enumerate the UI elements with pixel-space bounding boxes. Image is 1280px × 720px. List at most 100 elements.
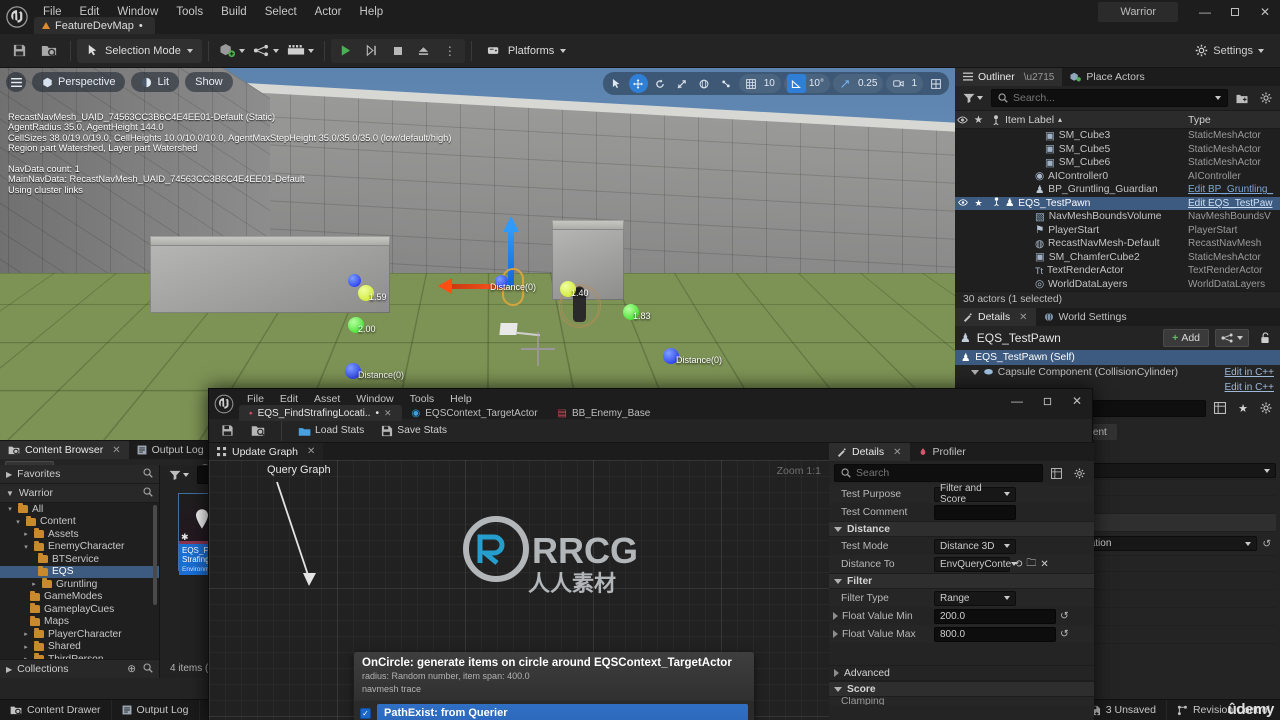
dropdown-filter-type[interactable]: Range [934, 590, 1016, 606]
outliner-search-input[interactable] [991, 89, 1228, 107]
table-row[interactable]: ⚑ PlayerStart PlayerStart [955, 224, 1280, 238]
maximize-button[interactable] [1220, 0, 1250, 24]
tree-node-maps[interactable]: Maps [0, 615, 159, 629]
search-icon-2[interactable] [143, 486, 153, 500]
actor-pin-icon[interactable] [987, 197, 1005, 209]
num-field-float-max[interactable]: 800.0 [934, 626, 1056, 642]
world-space-icon[interactable] [695, 74, 714, 93]
component-options-button[interactable] [1215, 329, 1249, 347]
tree-node-gameplaycues[interactable]: GameplayCues [0, 603, 159, 616]
save-stats-button[interactable]: Save Stats [374, 421, 454, 440]
add-actor-icon[interactable] [215, 39, 249, 63]
surface-snap-icon[interactable] [717, 74, 736, 93]
eqs-details-search-input[interactable] [834, 464, 1043, 482]
visibility-column-header[interactable] [955, 116, 970, 124]
details-grid-view-icon[interactable] [1210, 399, 1230, 417]
level-viewport[interactable]: Distance(0) 1.59 1.40 1.83 2.00 Distance… [0, 68, 955, 440]
eqs-minimize-button[interactable]: — [1002, 389, 1032, 413]
table-row[interactable]: ◉ AIController0 AIController [955, 170, 1280, 184]
tree-node-btservice[interactable]: BTService [0, 553, 159, 566]
use-selected-asset-icon[interactable]: ⟲ [1014, 559, 1022, 570]
eqs-test-row-pathexist[interactable]: ✓ PathExist: from Querier discard unreac… [354, 701, 754, 720]
menu-tools[interactable]: Tools [167, 4, 212, 20]
reset-to-default-icon[interactable]: ↺ [1257, 538, 1276, 550]
category-score[interactable]: Score [829, 681, 1094, 697]
text-field-test-comment[interactable] [934, 504, 1016, 520]
angle-snap-control[interactable]: 10° [783, 74, 830, 93]
scale-icon[interactable] [673, 74, 692, 93]
chevron-right-icon[interactable] [833, 612, 838, 620]
selection-mode-dropdown[interactable]: Selection Mode [77, 38, 202, 63]
search-icon-3[interactable] [143, 662, 153, 676]
outliner-filter-button[interactable] [959, 89, 987, 107]
add-collection-icon[interactable]: ⊕ [127, 663, 136, 675]
dropdown-test-mode[interactable]: Distance 3D [934, 538, 1016, 554]
close-icon[interactable]: \u2715 [1024, 72, 1055, 83]
favorites-section[interactable]: ▶ Favorites [0, 465, 159, 484]
load-stats-button[interactable]: Load Stats [291, 421, 371, 440]
cinematics-icon[interactable] [283, 39, 318, 63]
details-favorite-icon[interactable]: ★ [1234, 399, 1252, 417]
close-icon[interactable]: ✕ [384, 408, 392, 419]
skip-frame-button[interactable] [361, 40, 383, 62]
chevron-right-icon[interactable]: ▸ [30, 580, 38, 588]
outliner-list[interactable]: ▣ SM_Cube3 StaticMeshActor ▣ SM_Cube5 Static… [955, 129, 1280, 291]
tab-eqs-details[interactable]: Details ✕ [829, 443, 910, 461]
table-row[interactable]: ♟ BP_Gruntling_Guardian Edit BP_Gruntling_ [955, 183, 1280, 197]
content-browser-tree[interactable]: ▾ All ▾ Content ▸ Assets ▾ EnemyCharacter BT… [0, 503, 159, 659]
tab-featuredevmap[interactable]: FeatureDevMap • [34, 17, 155, 34]
item-type-link[interactable]: Edit EQS_TestPaw [1188, 198, 1280, 209]
collections-section[interactable]: ▶ Collections ⊕ [0, 659, 159, 678]
chevron-right-icon[interactable]: ▸ [22, 530, 30, 538]
output-log-button[interactable]: Output Log [112, 699, 200, 720]
project-section[interactable]: ▼ Warrior [0, 484, 159, 503]
table-row[interactable]: ▣ SM_Cube6 StaticMeshActor [955, 156, 1280, 170]
play-button[interactable] [335, 40, 357, 62]
close-icon[interactable]: ✕ [112, 445, 120, 456]
view-mode-dropdown[interactable]: Lit [131, 72, 180, 92]
table-row[interactable]: ▣ SM_Cube3 StaticMeshActor [955, 129, 1280, 143]
content-drawer-button[interactable]: Content Drawer [0, 699, 112, 720]
tab-update-graph[interactable]: Update Graph ✕ [209, 442, 324, 461]
tab-eqs-findstrafinglocation[interactable]: ⬩ EQS_FindStrafingLocati.. • ✕ [239, 405, 402, 421]
table-row[interactable]: ◎ WorldDataLayers WorldDataLayers [955, 278, 1280, 292]
tab-bb-enemy-base[interactable]: ▤ BB_Enemy_Base [548, 405, 661, 421]
tree-node-shared[interactable]: ▸ Shared [0, 640, 159, 654]
show-menu-dropdown[interactable]: Show [185, 72, 233, 92]
table-row[interactable]: ▣ SM_ChamferCube2 StaticMeshActor [955, 251, 1280, 265]
tree-scrollbar[interactable] [153, 505, 157, 605]
chevron-down-icon[interactable]: ▾ [14, 518, 22, 526]
chevron-down-icon[interactable]: ▾ [6, 505, 14, 513]
num-field-float-min[interactable]: 200.0 [934, 608, 1056, 624]
outliner-new-folder-button[interactable] [1232, 89, 1252, 107]
table-row-selected[interactable]: ★ ♟ EQS_TestPawn Edit EQS_TestPaw [955, 196, 1280, 210]
test-enabled-checkbox[interactable]: ✓ [360, 708, 371, 719]
close-button[interactable]: ✕ [1250, 0, 1280, 24]
unreal-logo-icon-2[interactable] [209, 389, 239, 419]
pin-star-icon[interactable]: ★ [970, 198, 987, 209]
chevron-right-icon-2[interactable] [833, 630, 838, 638]
chevron-down-icon[interactable]: ▾ [22, 543, 30, 551]
chevron-right-icon[interactable]: ▸ [22, 630, 30, 638]
save-icon[interactable] [6, 38, 32, 64]
settings-button[interactable]: Settings [1187, 39, 1272, 63]
tree-node-gamemodes[interactable]: GameModes [0, 590, 159, 604]
close-icon[interactable]: ✕ [1019, 312, 1027, 323]
edit-in-cpp-link[interactable]: Edit in C++ [1225, 367, 1274, 378]
dropdown-test-purpose[interactable]: Filter and Score [934, 483, 1016, 505]
menu-actor[interactable]: Actor [306, 4, 351, 20]
actor-column-header[interactable] [987, 114, 1005, 125]
search-icon[interactable] [143, 467, 153, 481]
table-row[interactable]: Tt TextRenderActor TextRenderActor [955, 264, 1280, 278]
type-column-header[interactable]: Type [1188, 114, 1280, 126]
table-row[interactable]: ▧ NavMeshBoundsVolume NavMeshBoundsV [955, 210, 1280, 224]
grid-snap-icon[interactable] [742, 74, 761, 93]
chevron-down-icon[interactable] [971, 370, 979, 375]
category-distance[interactable]: Distance [829, 521, 1094, 537]
unreal-logo-icon[interactable] [0, 0, 34, 34]
tab-eqscontext-targetactor[interactable]: ◉ EQSContext_TargetActor [402, 405, 548, 421]
angle-snap-icon[interactable] [786, 74, 806, 93]
platforms-dropdown[interactable]: Platforms [478, 39, 575, 63]
edit-in-cpp-link-2[interactable]: Edit in C++ [1225, 382, 1274, 393]
move-icon[interactable] [628, 74, 648, 93]
